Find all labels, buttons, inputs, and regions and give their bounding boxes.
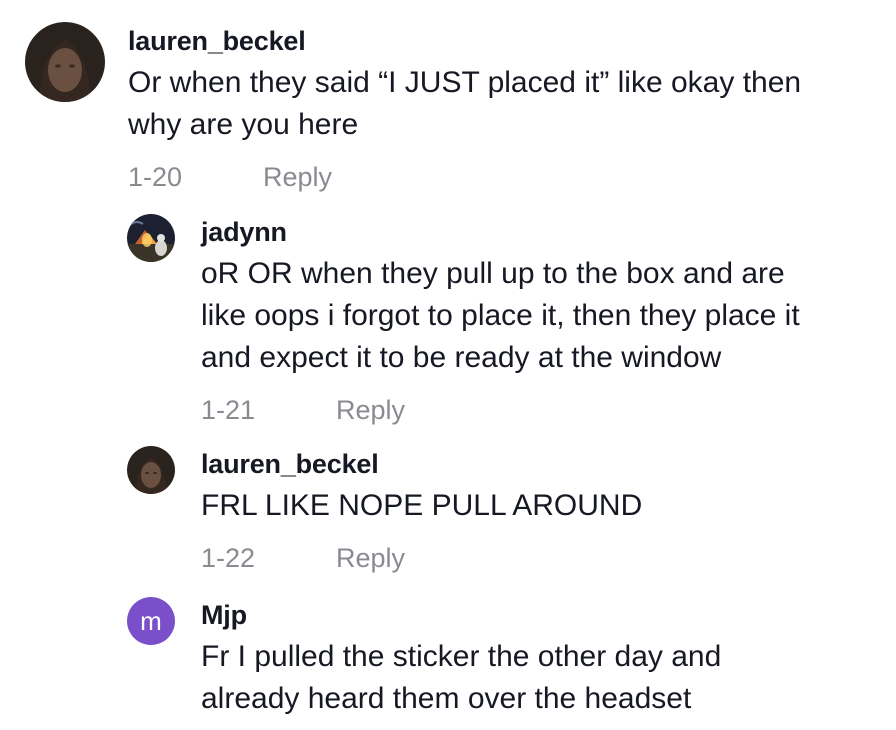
comment-date: 1-20 (128, 162, 183, 192)
reply-jadynn: jadynn oR OR when they pull up to the bo… (127, 214, 800, 425)
avatar-mjp[interactable]: m (127, 597, 175, 645)
reply-lauren-beckel: lauren_beckel FRL LIKE NOPE PULL AROUND … (127, 446, 642, 573)
comment-text: Or when they said “I JUST placed it” lik… (128, 66, 802, 141)
comment-text: Fr I pulled the sticker the other day an… (201, 640, 722, 715)
avatar-photo-icon (127, 214, 175, 262)
comment-lauren-beckel: lauren_beckel Or when they said “I JUST … (25, 18, 801, 192)
avatar-lauren-beckel[interactable] (127, 446, 175, 494)
comment-date: 1-22 (201, 543, 256, 573)
comment-text: FRL LIKE NOPE PULL AROUND (201, 489, 643, 522)
comment-meta: 1-22 Reply (201, 543, 642, 573)
comment-username[interactable]: jadynn (201, 217, 800, 247)
avatar-lauren-beckel[interactable] (25, 22, 105, 102)
comment-meta: 1-21 Reply (201, 395, 800, 425)
avatar-photo-icon (127, 446, 175, 494)
comment-text: oR OR when they pull up to the box and a… (201, 257, 800, 374)
comment-username[interactable]: lauren_beckel (201, 449, 642, 479)
avatar-jadynn[interactable] (127, 214, 175, 262)
reply-button[interactable]: Reply (336, 543, 405, 573)
avatar-photo-icon (25, 22, 105, 102)
comment-meta: 1-20 Reply (128, 162, 801, 192)
comment-username[interactable]: Mjp (201, 600, 721, 630)
reply-mjp: m Mjp Fr I pulled the sticker the other … (127, 597, 721, 720)
reply-button[interactable]: Reply (336, 395, 405, 425)
reply-button[interactable]: Reply (263, 162, 332, 192)
comment-username[interactable]: lauren_beckel (128, 26, 801, 56)
comment-date: 1-21 (201, 395, 256, 425)
